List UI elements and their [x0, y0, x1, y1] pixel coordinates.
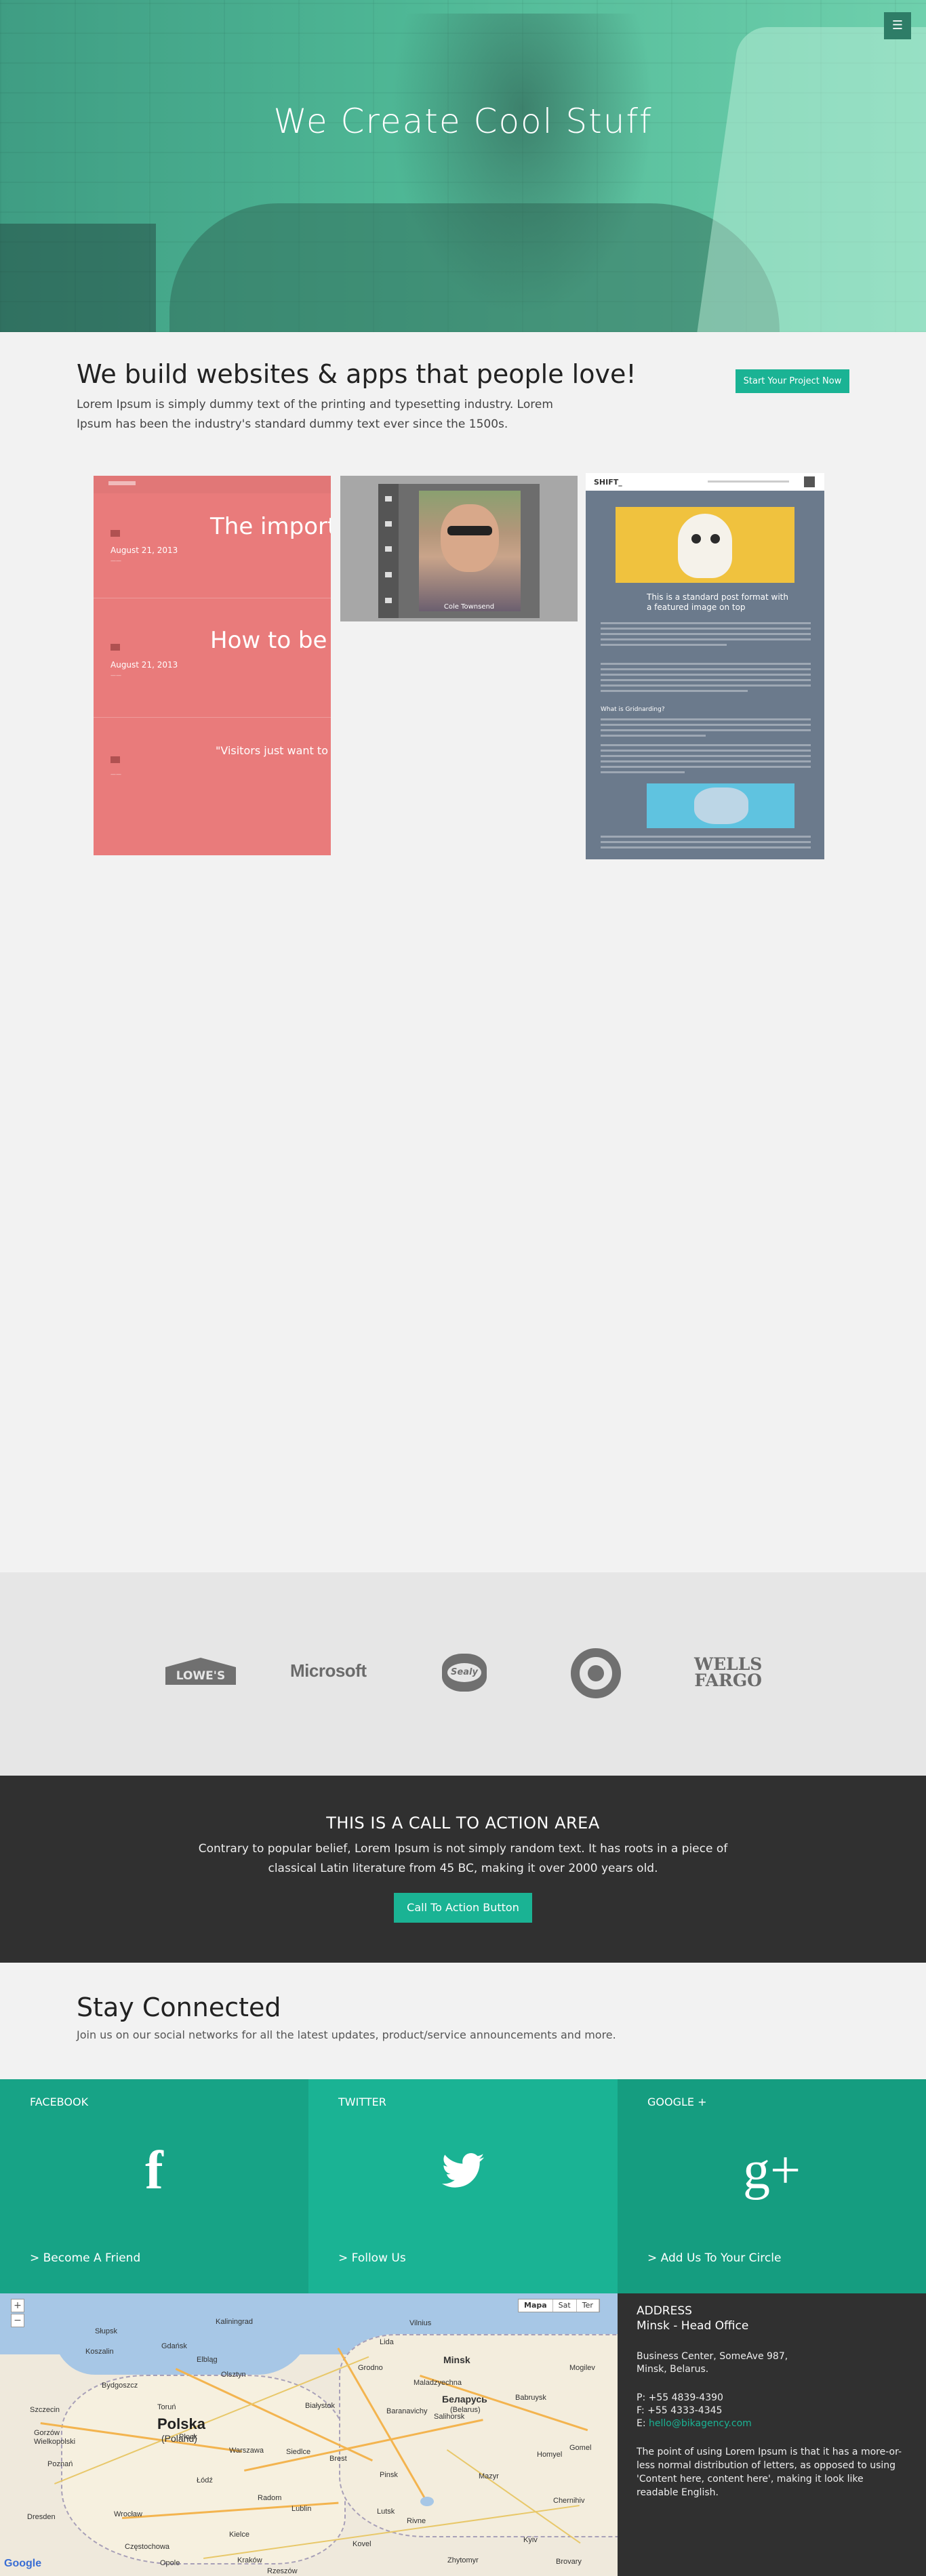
blog-section-heading: What is Gridnarding? — [601, 706, 665, 713]
address-phone: P: +55 4839-4390 — [637, 2392, 723, 2403]
hero-person-head — [380, 14, 664, 332]
post-date: August 21, 2013 — [110, 660, 178, 670]
profile-photo: Cole Townsend — [399, 484, 540, 618]
add-to-circle-link[interactable]: > Add Us To Your Circle — [647, 2251, 781, 2265]
google-plus-label: GOOGLE + — [647, 2095, 707, 2108]
twitter-panel[interactable]: TWITTER > Follow Us — [308, 2079, 618, 2293]
image-icon — [385, 572, 392, 577]
sealy-logo: Sealy — [442, 1654, 487, 1692]
cta-heading: THIS IS A CALL TO ACTION AREA — [326, 1814, 600, 1833]
post-meta: —— — [110, 672, 121, 678]
blog-featured-image — [616, 507, 794, 583]
post-meta: —— — [110, 558, 121, 564]
app-sidebar — [378, 484, 399, 618]
clients-logos: LOWE'S Microsoft Sealy WELLS FARGO — [0, 1572, 926, 1776]
post-date: August 21, 2013 — [110, 546, 178, 555]
address-fax: F: +55 4333-4345 — [637, 2405, 723, 2416]
address-office: Minsk - Head Office — [637, 2319, 749, 2333]
blog-logo: SHIFT_ — [594, 478, 622, 487]
email-link[interactable]: hello@bikagency.com — [649, 2418, 752, 2429]
zoom-in-button[interactable]: + — [11, 2299, 24, 2312]
blog-post-title: This is a standard post format with a fe… — [647, 592, 788, 612]
stay-connected-text: Join us on our social networks for all t… — [77, 2028, 616, 2041]
hero-laptop-shape — [0, 224, 156, 332]
become-friend-link[interactable]: > Become A Friend — [30, 2251, 140, 2265]
address-panel: ADDRESS Minsk - Head Office Business Cen… — [618, 2293, 926, 2576]
zoom-out-button[interactable]: − — [11, 2314, 24, 2327]
google-plus-icon: g+ — [742, 2141, 801, 2201]
portfolio-item-blog[interactable]: SHIFT_ This is a standard post format wi… — [586, 473, 824, 859]
post-meta: —— — [110, 771, 121, 777]
blog-topbar: SHIFT_ — [586, 473, 824, 491]
post-quote: "Visitors just want to c to your site fo… — [216, 744, 331, 757]
call-to-action-section: THIS IS A CALL TO ACTION AREA Contrary t… — [0, 1776, 926, 1963]
post-title: The importa typography — [210, 513, 331, 540]
divider — [94, 717, 331, 718]
blog-menu-icon — [804, 476, 815, 487]
facebook-label: FACEBOOK — [30, 2095, 89, 2108]
facebook-icon: f — [145, 2141, 163, 2201]
address-description: The point of using Lorem Ipsum is that i… — [637, 2447, 902, 2498]
facebook-panel[interactable]: FACEBOOK f > Become A Friend — [0, 2079, 308, 2293]
post-icon — [110, 530, 120, 537]
profile-caption: Cole Townsend — [443, 603, 495, 611]
blog-second-image — [647, 783, 794, 828]
map-label-belarus: Беларусь — [442, 2394, 487, 2405]
google-plus-panel[interactable]: GOOGLE + g+ > Add Us To Your Circle — [618, 2079, 926, 2293]
pencil-icon — [385, 521, 392, 527]
address-title: ADDRESS — [637, 2304, 692, 2318]
post-title: How to be o organized — [210, 627, 331, 654]
hero-title: We Create Cool Stuff — [273, 102, 653, 141]
phone-icon — [385, 496, 392, 502]
google-map[interactable]: Kaliningrad Vilnius Gdańsk Olsztyn Szcze… — [0, 2293, 618, 2576]
map-type-satellite[interactable]: Sat — [553, 2299, 577, 2312]
post-icon — [110, 756, 120, 763]
twitter-label: TWITTER — [338, 2095, 386, 2108]
portfolio-pink-topbar — [94, 476, 331, 493]
mail-icon — [385, 546, 392, 552]
intro-text: Lorem Ipsum is simply dummy text of the … — [77, 398, 553, 431]
cta-text: Contrary to popular belief, Lorem Ipsum … — [198, 1842, 728, 1875]
map-type-terrain[interactable]: Ter — [577, 2299, 599, 2312]
post-icon — [110, 644, 120, 651]
call-to-action-button[interactable]: Call To Action Button — [394, 1893, 532, 1923]
map-region-poland — [61, 2375, 346, 2564]
hamburger-icon: ☰ — [891, 18, 904, 33]
lowes-logo: LOWE'S — [165, 1658, 236, 1685]
user-icon — [385, 598, 392, 603]
portfolio-item-typography[interactable]: August 21, 2013 —— The importa typograph… — [94, 476, 331, 855]
address-email-row: E: hello@bikagency.com — [637, 2418, 752, 2429]
map-type-control[interactable]: Mapa Sat Ter — [518, 2299, 600, 2312]
follow-us-link[interactable]: > Follow Us — [338, 2251, 406, 2265]
address-line2: Minsk, Belarus. — [637, 2364, 709, 2375]
twitter-icon — [308, 2140, 617, 2201]
intro-heading: We build websites & apps that people lov… — [77, 359, 637, 389]
hero-banner: We Create Cool Stuff ☰ — [0, 0, 926, 332]
map-label-poland: Polska — [157, 2415, 205, 2432]
portfolio-item-profile[interactable]: Cole Townsend — [340, 476, 578, 621]
stay-connected-heading: Stay Connected — [77, 1992, 281, 2022]
target-logo — [571, 1648, 621, 1698]
microsoft-logo: Microsoft — [290, 1660, 367, 1681]
map-type-map[interactable]: Mapa — [519, 2299, 553, 2312]
wells-fargo-logo: WELLS FARGO — [694, 1654, 763, 1690]
menu-button[interactable]: ☰ — [884, 12, 911, 39]
start-project-button[interactable]: Start Your Project Now — [736, 369, 849, 393]
google-logo: Google — [4, 2558, 42, 2569]
address-line1: Business Center, SomeAve 987, — [637, 2351, 788, 2362]
